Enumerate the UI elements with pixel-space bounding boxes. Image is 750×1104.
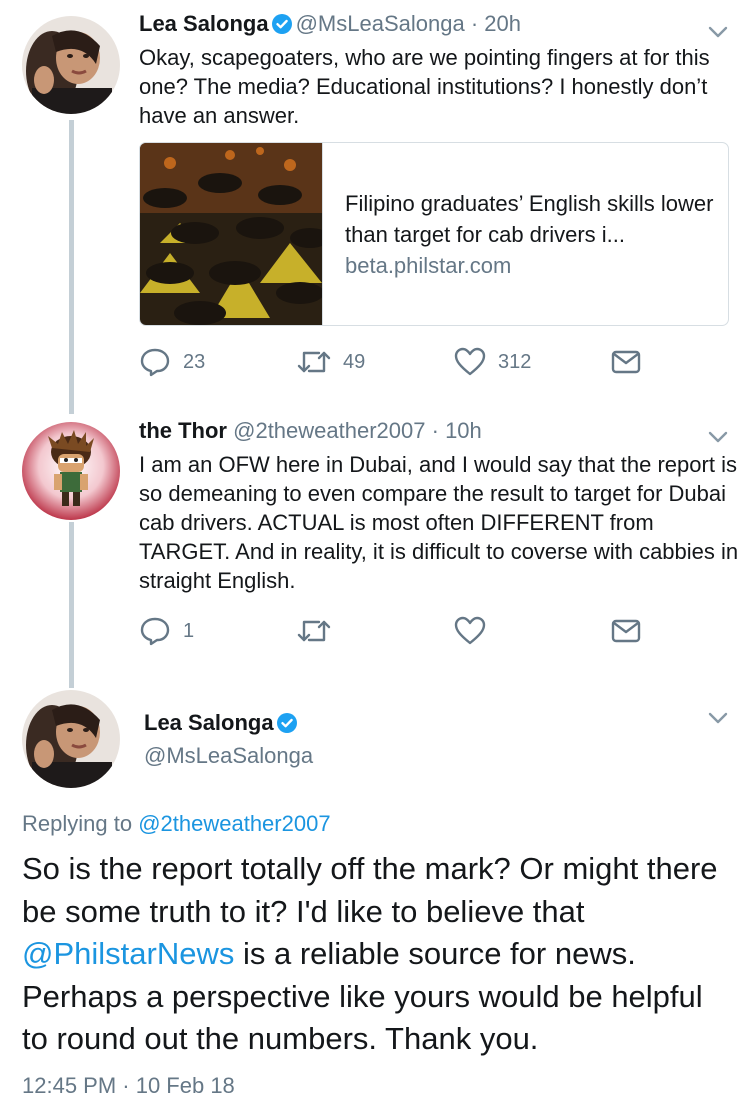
separator-dot: · <box>425 418 446 443</box>
display-name[interactable]: Lea Salonga <box>144 710 274 735</box>
main-tweet-text-part1: So is the report totally off the mark? O… <box>22 851 718 929</box>
main-tweet-header: Lea Salonga <box>144 710 301 739</box>
username[interactable]: @MsLeaSalonga <box>144 743 313 769</box>
thread-line <box>69 120 74 414</box>
thread-line <box>69 522 74 688</box>
chevron-down-icon[interactable] <box>708 430 728 444</box>
link-card[interactable]: Filipino graduates’ English skills lower… <box>139 142 729 326</box>
retweet-button[interactable]: 49 <box>297 346 365 378</box>
direct-message-button[interactable] <box>611 615 641 647</box>
replying-to-label: Replying to <box>22 811 133 836</box>
username[interactable]: @MsLeaSalonga <box>296 11 465 36</box>
replying-to: Replying to @2theweather2007 <box>22 811 331 837</box>
retweet-icon <box>297 620 331 642</box>
tweet-timestamp[interactable]: 12:45 PM · 10 Feb 18 <box>22 1073 235 1099</box>
retweet-count: 49 <box>343 350 366 373</box>
like-count: 312 <box>498 350 532 373</box>
tweet-text: I am an OFW here in Dubai, and I would s… <box>139 452 739 593</box>
reply-button[interactable]: 1 <box>139 615 194 647</box>
reply-button[interactable]: 23 <box>139 346 205 378</box>
like-button[interactable]: 312 <box>454 346 531 378</box>
retweet-button[interactable] <box>297 615 331 647</box>
reply-count: 1 <box>183 619 195 642</box>
replying-to-link[interactable]: @2theweather2007 <box>138 811 330 836</box>
avatar-lea-salonga[interactable] <box>22 16 120 114</box>
card-image <box>140 143 330 325</box>
like-icon <box>454 347 486 376</box>
tweet-text: Okay, scapegoaters, who are we pointing … <box>139 45 710 128</box>
reply-icon <box>140 348 170 377</box>
main-tweet-text: So is the report totally off the mark? O… <box>22 848 732 1061</box>
card-domain: beta.philstar.com <box>345 253 512 278</box>
chevron-down-icon[interactable] <box>708 25 728 39</box>
like-button[interactable] <box>454 615 486 647</box>
chevron-down-icon[interactable] <box>708 711 728 725</box>
verified-badge-icon <box>271 13 292 41</box>
direct-message-icon <box>611 350 641 374</box>
reply-icon <box>140 617 170 646</box>
tweet-header: Lea Salonga @MsLeaSalonga · 20h <box>139 10 521 41</box>
avatar-lea-salonga[interactable] <box>22 690 120 788</box>
direct-message-button[interactable] <box>611 346 641 378</box>
verified-badge-icon <box>276 713 297 739</box>
reply-count: 23 <box>183 350 206 373</box>
avatar-the-thor[interactable] <box>22 422 120 520</box>
direct-message-icon <box>611 619 641 643</box>
display-name[interactable]: the Thor <box>139 418 227 443</box>
tweet-header: the Thor @2theweather2007 · 10h <box>139 417 482 445</box>
like-icon <box>454 616 486 645</box>
display-name[interactable]: Lea Salonga <box>139 11 269 36</box>
retweet-icon <box>297 351 331 373</box>
tweet-time[interactable]: 10h <box>445 418 482 443</box>
card-title: Filipino graduates’ English skills lower… <box>345 191 714 247</box>
mention-link[interactable]: @PhilstarNews <box>22 936 234 971</box>
separator-dot: · <box>464 11 485 36</box>
username[interactable]: @2theweather2007 <box>233 418 425 443</box>
tweet-time[interactable]: 20h <box>484 11 521 36</box>
